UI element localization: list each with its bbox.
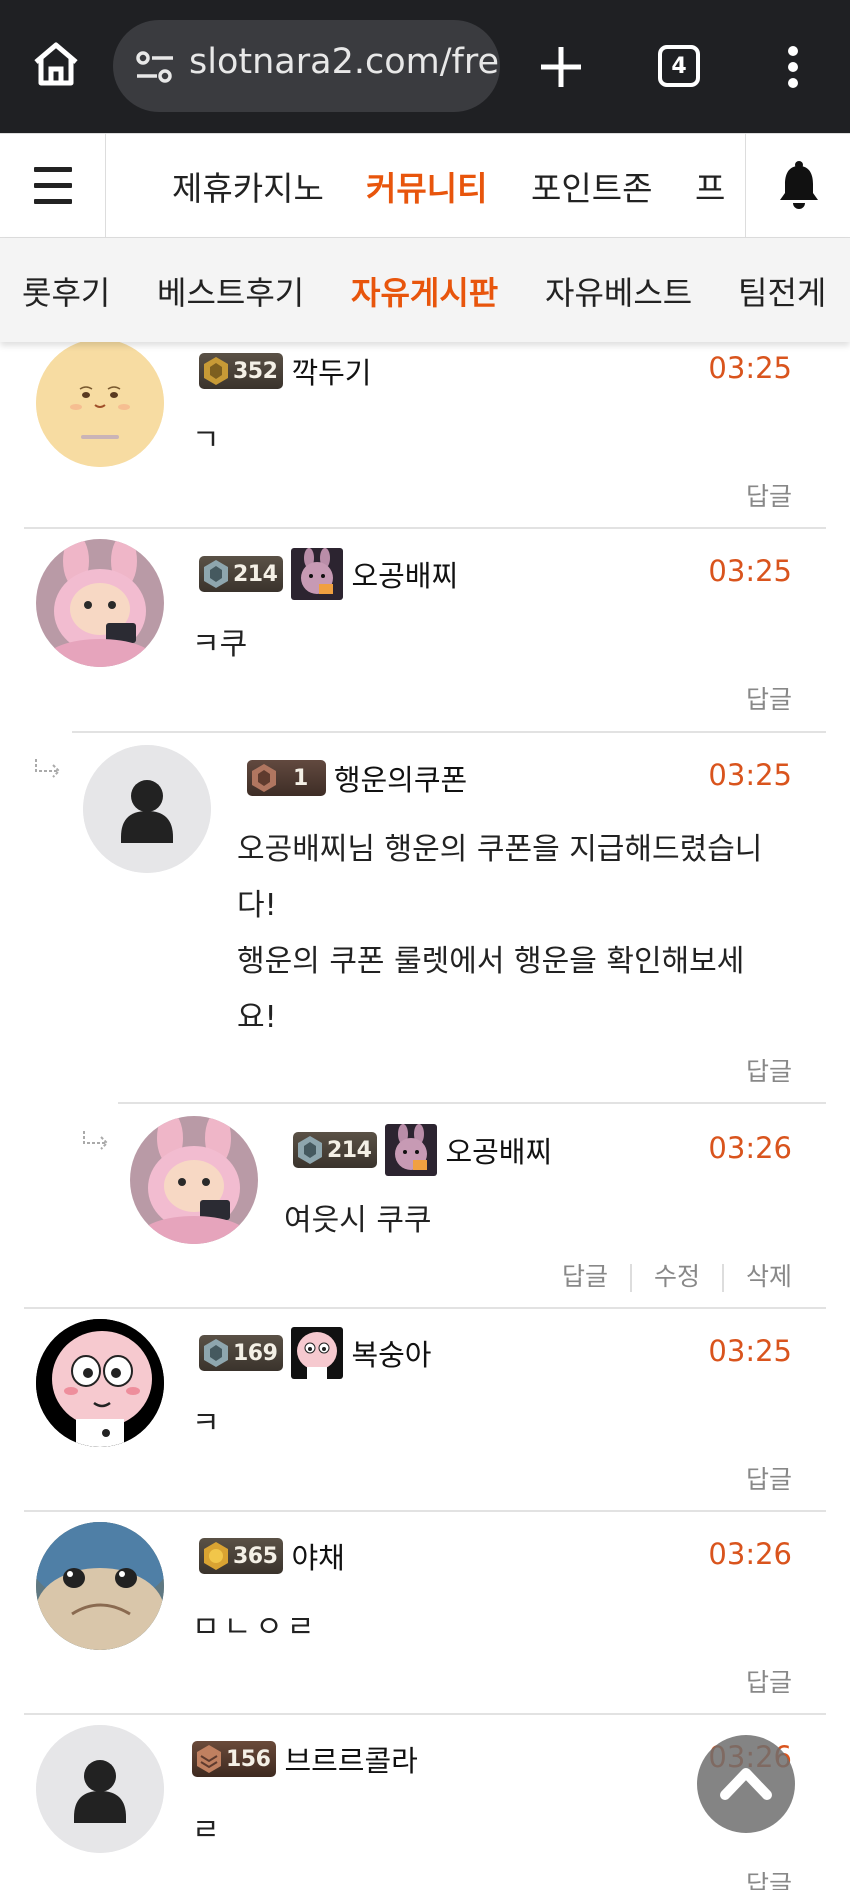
new-tab-icon[interactable] — [538, 44, 584, 90]
avatar[interactable] — [36, 1725, 164, 1853]
comment-actions: 답글 — [746, 1865, 792, 1890]
comment-text: ㄹ — [192, 1813, 220, 1848]
board-tabs: 롯후기 베스트후기 자유게시판 자유베스트 팀전게 — [0, 238, 850, 342]
home-icon[interactable] — [30, 38, 82, 90]
url-text[interactable]: slotnara2.com/fre — [189, 42, 499, 82]
tab-best-review[interactable]: 베스트후기 — [157, 268, 304, 314]
nickname[interactable]: 브르르콜라 — [284, 1738, 417, 1780]
comment-list: 352 깍두기 03:25 ㄱ 답글 214 오공배찌 03:25 ㅋ쿠 답글 … — [0, 342, 850, 1890]
main-menu: 제휴카지노 커뮤니티 포인트존 프 — [106, 134, 745, 237]
nav-item-promo[interactable]: 프 — [695, 162, 725, 210]
tab-switcher-button[interactable]: 4 — [658, 45, 700, 87]
more-menu-icon[interactable] — [786, 45, 800, 89]
level-badge: 156 — [192, 1741, 277, 1777]
default-user-icon — [36, 1725, 164, 1853]
tab-team-battle[interactable]: 팀전게 — [738, 268, 826, 314]
bell-icon — [780, 161, 818, 209]
reply-button[interactable]: 답글 — [746, 1870, 792, 1890]
tab-slot-review[interactable]: 롯후기 — [22, 268, 110, 314]
hamburger-menu-icon[interactable] — [0, 134, 106, 237]
nav-item-partner-casino[interactable]: 제휴카지노 — [172, 162, 324, 210]
rank-icon — [197, 1745, 221, 1773]
tab-free-board[interactable]: 자유게시판 — [351, 268, 498, 314]
chevron-up-icon — [720, 1768, 772, 1800]
scroll-to-top-button[interactable] — [697, 1735, 795, 1833]
site-settings-icon[interactable] — [135, 50, 175, 84]
address-bar[interactable]: slotnara2.com/fre — [113, 20, 500, 112]
nav-item-point-zone[interactable]: 포인트존 — [531, 162, 652, 210]
browser-toolbar: slotnara2.com/fre 4 — [0, 0, 850, 133]
notification-button[interactable] — [745, 134, 850, 237]
site-navigation: 제휴카지노 커뮤니티 포인트존 프 — [0, 133, 850, 238]
tab-free-best[interactable]: 자유베스트 — [545, 268, 692, 314]
comment-item: 156 브르르콜라 03:26 ㄹ 답글 — [0, 342, 850, 1890]
nav-item-community[interactable]: 커뮤니티 — [366, 162, 487, 210]
comment-meta: 156 브르르콜라 — [192, 1734, 418, 1784]
